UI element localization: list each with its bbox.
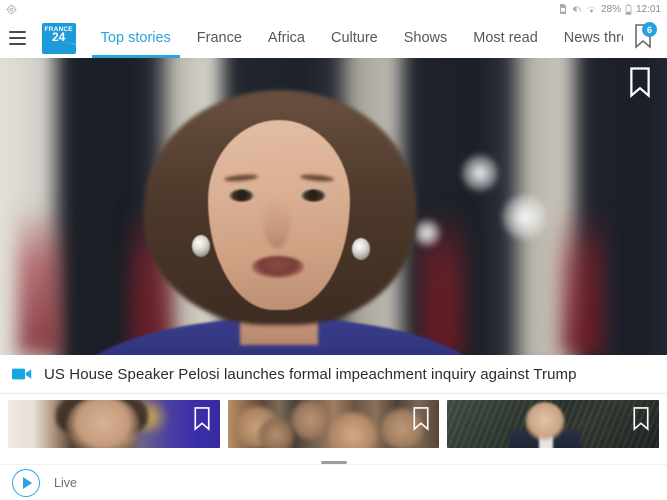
subject-nose [264, 200, 290, 248]
tab-label: Africa [267, 30, 305, 46]
subject-pupil [237, 190, 247, 200]
tab-label: Top stories [100, 30, 171, 46]
tab-news-thread[interactable]: News thread [551, 18, 623, 58]
status-bar-left [6, 3, 17, 15]
tab-france[interactable]: France [184, 18, 255, 58]
tab-africa[interactable]: Africa [255, 18, 318, 58]
bookmark-icon [194, 407, 210, 431]
headline-text: US House Speaker Pelosi launches formal … [44, 365, 577, 383]
subject-earring [352, 238, 370, 260]
app-root: 28% 12:01 FRANCE 24 Top stories France A… [0, 0, 667, 500]
play-button[interactable] [12, 468, 40, 497]
thumbnail-subject-face [327, 412, 378, 448]
logo-text-24: 24 [51, 29, 66, 44]
tab-culture[interactable]: Culture [318, 18, 391, 58]
bookmark-icon [630, 67, 650, 98]
bookmark-icon [413, 407, 429, 431]
backdrop-light [500, 193, 548, 241]
tab-label: France [196, 30, 242, 46]
play-icon [23, 476, 32, 489]
related-articles-carousel[interactable] [0, 394, 667, 452]
france24-logo[interactable]: FRANCE 24 [41, 22, 76, 54]
subject-earring [192, 235, 210, 257]
status-bar: 28% 12:01 [0, 0, 667, 18]
bookmark-icon [633, 407, 649, 431]
sim-card-icon [559, 4, 567, 14]
battery-percent: 28% [600, 3, 621, 15]
screenshot-icon [6, 3, 17, 15]
thumbnail-bookmark-button-3[interactable] [631, 406, 651, 431]
thumbnail-subject-face [257, 418, 294, 448]
tab-shows[interactable]: Shows [391, 18, 461, 58]
thumbnail-bookmark-button-2[interactable] [411, 406, 431, 431]
tab-label: Shows [403, 30, 448, 46]
top-navigation-bar: FRANCE 24 Top stories France Africa Cult… [0, 18, 667, 58]
tab-label: Most read [473, 30, 538, 46]
thumbnail-card-3[interactable] [447, 400, 660, 448]
backdrop-light [460, 153, 500, 193]
subject-pupil [308, 190, 318, 200]
hero-headline-row[interactable]: US House Speaker Pelosi launches formal … [0, 355, 667, 394]
battery-icon [625, 3, 632, 15]
video-camera-icon [12, 367, 32, 381]
thumbnail-subject-face [289, 400, 332, 440]
clock-time: 12:01 [635, 3, 661, 15]
tab-label: Culture [331, 30, 378, 46]
thumbnail-subject-face [66, 400, 140, 448]
flag-stripe [560, 205, 604, 355]
hero-bookmark-button[interactable] [627, 66, 653, 98]
thumbnail-card-2[interactable] [227, 400, 440, 448]
hamburger-menu-icon[interactable] [0, 18, 36, 58]
flag-stripe [18, 205, 62, 355]
status-bar-right: 28% 12:01 [559, 4, 661, 15]
tab-label: News thread [563, 30, 623, 46]
wifi-icon [586, 5, 597, 14]
thumbnail-bookmark-button-1[interactable] [192, 406, 212, 431]
hero-subject-portrait [70, 80, 490, 355]
saved-bookmarks-button[interactable]: 6 [623, 18, 663, 58]
mute-icon [571, 4, 582, 14]
tab-most-read[interactable]: Most read [460, 18, 550, 58]
bookmark-count-badge: 6 [642, 22, 657, 37]
subject-mouth [252, 256, 304, 278]
live-player-bar: Live [0, 464, 667, 500]
live-label: Live [54, 475, 77, 490]
tab-top-stories[interactable]: Top stories [88, 18, 184, 58]
thumbnail-card-1[interactable] [8, 400, 220, 448]
hero-article-image[interactable] [0, 58, 667, 355]
category-tabs: Top stories France Africa Culture Shows … [88, 18, 623, 58]
hero-photo [0, 58, 667, 355]
